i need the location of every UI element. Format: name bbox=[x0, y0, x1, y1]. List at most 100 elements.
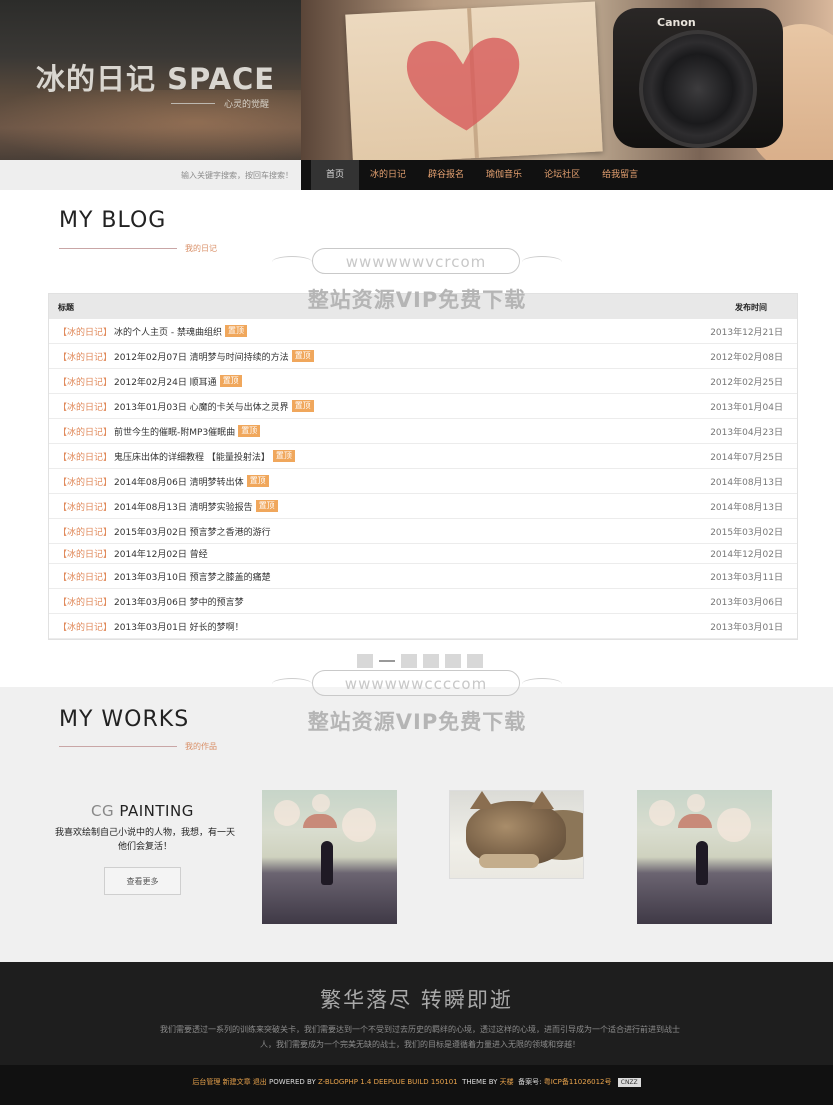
nav-item[interactable]: 首页 bbox=[311, 160, 360, 190]
pagination bbox=[357, 654, 483, 668]
row-title-link[interactable]: 冰的个人主页 - 禁魂曲组织 bbox=[114, 325, 222, 338]
row-category-link[interactable]: 【冰的日记】 bbox=[58, 595, 112, 608]
row-title-cell: 【冰的日记】 冰的个人主页 - 禁魂曲组织 置顶 bbox=[58, 319, 247, 343]
work-thumbnail-girl[interactable] bbox=[262, 790, 397, 924]
table-row: 【冰的日记】 2012年02月07日 清明梦与时间持续的方法 置顶 2012年02月0… bbox=[49, 344, 797, 369]
row-category-link[interactable]: 【冰的日记】 bbox=[58, 325, 112, 338]
theme-author-link[interactable]: 天楼 bbox=[500, 1078, 514, 1086]
row-title-link[interactable]: 2013年03月01日 好长的梦啊！ bbox=[114, 620, 244, 633]
nav-item[interactable]: 给我留言 bbox=[591, 160, 649, 190]
nav-item[interactable]: 瑜伽音乐 bbox=[475, 160, 533, 190]
title-divider bbox=[171, 103, 215, 104]
row-title-cell: 【冰的日记】 2012年02月07日 清明梦与时间持续的方法 置顶 bbox=[58, 344, 314, 368]
works-heading: MY WORKS bbox=[59, 707, 190, 732]
work-thumbnail-cat[interactable] bbox=[449, 790, 584, 879]
row-category-link[interactable]: 【冰的日记】 bbox=[58, 400, 112, 413]
cnzz-badge[interactable]: CNZZ bbox=[617, 1078, 641, 1087]
page-button[interactable] bbox=[445, 654, 461, 668]
row-title-link[interactable]: 2014年12月02日 曾经 bbox=[114, 547, 208, 560]
cg-title-text: PAINTING bbox=[119, 802, 194, 820]
umbrella bbox=[677, 814, 712, 829]
row-category-link[interactable]: 【冰的日记】 bbox=[58, 475, 112, 488]
blog-table: 标题 发布时间 【冰的日记】 冰的个人主页 - 禁魂曲组织 置顶 2013年12月21… bbox=[48, 293, 798, 640]
camera-brand: Canon bbox=[657, 16, 696, 29]
blog-heading: MY BLOG bbox=[59, 208, 167, 233]
bokeh-light bbox=[717, 808, 751, 842]
bottom-bar-content: 后台管理 新建文章 退出 POWERED BY Z-BLOGPHP 1.4 DE… bbox=[0, 1077, 833, 1087]
footer-text: 我们需要透过一系列的训练来突破关卡，我们需要达到一个不受到过去历史的羁绊的心境，… bbox=[160, 1025, 680, 1049]
row-title-link[interactable]: 2013年01月03日 心魔的卡关与出体之灵界 bbox=[114, 400, 289, 413]
heart-drawing bbox=[406, 37, 520, 131]
row-title-cell: 【冰的日记】 2013年03月10日 预言梦之膝盖的痛楚 bbox=[58, 564, 271, 588]
zblog-link[interactable]: Z-BLOGPHP 1.4 DEEPLUE BUILD 150101 bbox=[318, 1078, 458, 1086]
col-title-header: 标题 bbox=[58, 303, 74, 312]
row-category-link[interactable]: 【冰的日记】 bbox=[58, 570, 112, 583]
icp-link[interactable]: 粤ICP备11026012号 bbox=[544, 1078, 612, 1086]
row-title-link[interactable]: 2013年03月10日 预言梦之膝盖的痛楚 bbox=[114, 570, 271, 583]
row-category-link[interactable]: 【冰的日记】 bbox=[58, 547, 112, 560]
page-button[interactable] bbox=[467, 654, 483, 668]
page-button-current[interactable] bbox=[379, 654, 395, 662]
admin-link[interactable]: 后台管理 bbox=[192, 1078, 220, 1086]
row-title-cell: 【冰的日记】 鬼压床出体的详细教程 【能量投射法】 置顶 bbox=[58, 444, 295, 468]
table-row: 【冰的日记】 前世今生的催眠-附MP3催眠曲 置顶 2013年04月23日 bbox=[49, 419, 797, 444]
works-heading-line bbox=[59, 746, 177, 747]
watermark-url: wwwwwwvcrcom bbox=[312, 248, 520, 274]
row-title-link[interactable]: 2012年02月24日 顺耳通 bbox=[114, 375, 217, 388]
table-row: 【冰的日记】 2014年12月02日 曾经 2014年12月02日 bbox=[49, 544, 797, 564]
logout-link[interactable]: 退出 bbox=[253, 1078, 267, 1086]
row-title-cell: 【冰的日记】 2014年12月02日 曾经 bbox=[58, 544, 208, 563]
row-category-link[interactable]: 【冰的日记】 bbox=[58, 525, 112, 538]
row-title-cell: 【冰的日记】 2014年08月06日 清明梦转出体 置顶 bbox=[58, 469, 269, 493]
row-category-link[interactable]: 【冰的日记】 bbox=[58, 425, 112, 438]
row-category-link[interactable]: 【冰的日记】 bbox=[58, 500, 112, 513]
work-thumbnail-girl[interactable] bbox=[637, 790, 772, 924]
table-row: 【冰的日记】 2015年03月02日 预言梦之香港的游行 2015年03月02日 bbox=[49, 519, 797, 544]
table-row: 【冰的日记】 2013年01月03日 心魔的卡关与出体之灵界 置顶 2013年01月0… bbox=[49, 394, 797, 419]
row-title-link[interactable]: 2013年03月06日 梦中的预言梦 bbox=[114, 595, 244, 608]
girl-figure bbox=[321, 840, 334, 885]
row-title-link[interactable]: 前世今生的催眠-附MP3催眠曲 bbox=[114, 425, 235, 438]
works-subheading: 我的作品 bbox=[185, 742, 217, 751]
row-category-link[interactable]: 【冰的日记】 bbox=[58, 620, 112, 633]
site-title[interactable]: 冰的日记 SPACE bbox=[36, 56, 275, 98]
cat-paw bbox=[479, 853, 540, 868]
nav-item[interactable]: 论坛社区 bbox=[533, 160, 591, 190]
notebook-image bbox=[345, 1, 603, 160]
new-post-link[interactable]: 新建文章 bbox=[223, 1078, 251, 1086]
row-category-link[interactable]: 【冰的日记】 bbox=[58, 375, 112, 388]
umbrella bbox=[302, 814, 337, 829]
search-input[interactable] bbox=[0, 160, 301, 190]
row-date: 2012年02月08日 bbox=[710, 352, 783, 363]
theme-by-label: THEME BY bbox=[462, 1078, 498, 1086]
page-button[interactable] bbox=[423, 654, 439, 668]
bottom-bar: 后台管理 新建文章 退出 POWERED BY Z-BLOGPHP 1.4 DE… bbox=[0, 1065, 833, 1105]
row-title-link[interactable]: 2015年03月02日 预言梦之香港的游行 bbox=[114, 525, 271, 538]
pinned-badge: 置顶 bbox=[225, 325, 247, 337]
nav-item[interactable]: 辟谷报名 bbox=[417, 160, 475, 190]
blog-heading-line bbox=[59, 248, 177, 249]
nav-item[interactable]: 冰的日记 bbox=[359, 160, 417, 190]
table-header: 标题 发布时间 bbox=[49, 294, 797, 319]
row-title-link[interactable]: 鬼压床出体的详细教程 【能量投射法】 bbox=[114, 450, 270, 463]
site-header: 冰的日记 SPACE 心灵的觉醒 Canon 首页冰的日记辟谷报名瑜伽音乐论坛社… bbox=[0, 0, 833, 190]
row-title-link[interactable]: 2014年08月06日 清明梦转出体 bbox=[114, 475, 244, 488]
pinned-badge: 置顶 bbox=[219, 375, 242, 387]
table-row: 【冰的日记】 2013年03月10日 预言梦之膝盖的痛楚 2013年03月11日 bbox=[49, 564, 797, 589]
pinned-badge: 置顶 bbox=[255, 500, 278, 512]
icp-label: 备案号: bbox=[518, 1078, 542, 1086]
works-section: MY WORKS 我的作品 CG PAINTING 我喜欢绘制自己小说中的人物，… bbox=[0, 687, 833, 962]
row-title-link[interactable]: 2014年08月13日 清明梦实验报告 bbox=[114, 500, 253, 513]
row-title-link[interactable]: 2012年02月07日 清明梦与时间持续的方法 bbox=[114, 350, 289, 363]
bokeh-light bbox=[312, 794, 330, 812]
row-title-cell: 【冰的日记】 2014年08月13日 清明梦实验报告 置顶 bbox=[58, 494, 278, 518]
page-button[interactable] bbox=[401, 654, 417, 668]
table-row: 【冰的日记】 2012年02月24日 顺耳通 置顶 2012年02月25日 bbox=[49, 369, 797, 394]
page-button[interactable] bbox=[357, 654, 373, 668]
row-category-link[interactable]: 【冰的日记】 bbox=[58, 350, 112, 363]
pinned-badge: 置顶 bbox=[291, 350, 314, 362]
blog-rows: 【冰的日记】 冰的个人主页 - 禁魂曲组织 置顶 2013年12月21日 【冰的日记】 2… bbox=[49, 319, 797, 639]
row-category-link[interactable]: 【冰的日记】 bbox=[58, 450, 112, 463]
view-more-button[interactable]: 查看更多 bbox=[104, 867, 181, 895]
row-title-cell: 【冰的日记】 前世今生的催眠-附MP3催眠曲 置顶 bbox=[58, 419, 261, 443]
